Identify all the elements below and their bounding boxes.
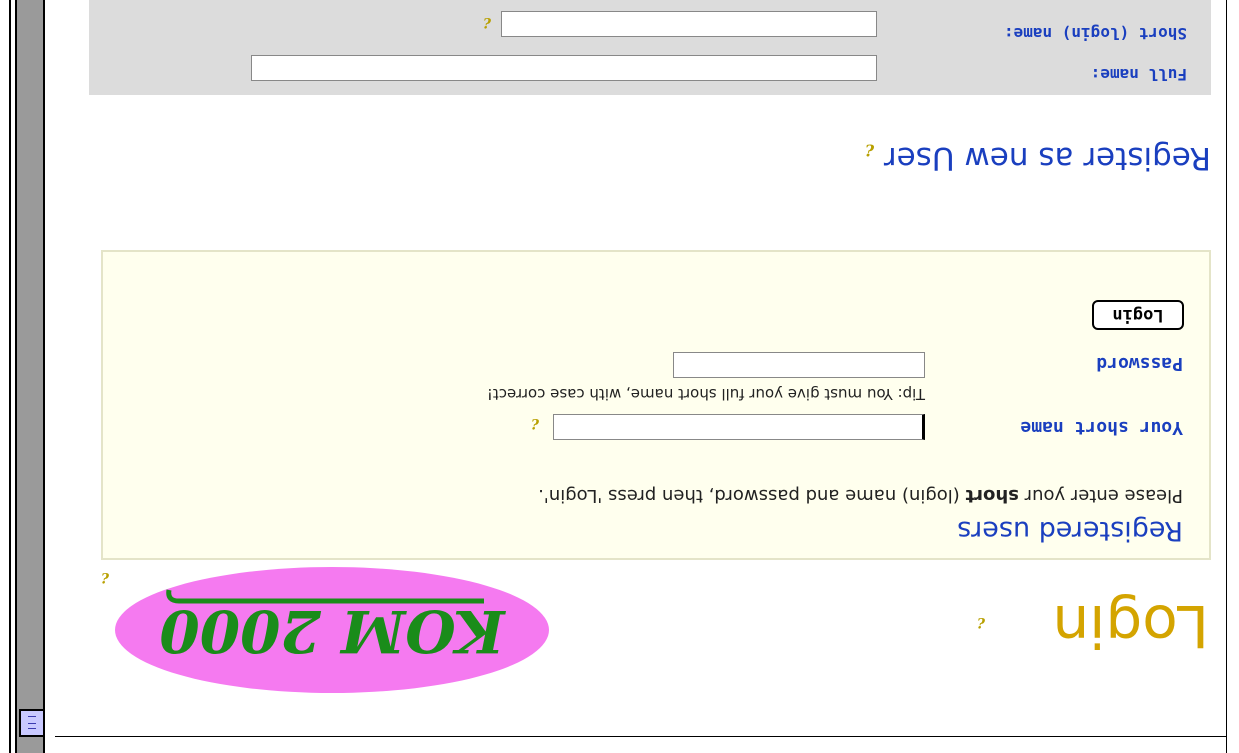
- login-instructions: Please enter your short (login) name and…: [538, 485, 1183, 506]
- full-name-label: Full name:: [1090, 65, 1187, 84]
- scrollbar-track[interactable]: [15, 0, 45, 753]
- password-label: Password: [1096, 353, 1183, 374]
- help-icon[interactable]: ¿: [101, 572, 109, 588]
- vertical-scrollbar[interactable]: [0, 0, 55, 753]
- register-short-name-field[interactable]: [501, 11, 877, 37]
- page-title: Login: [1052, 592, 1209, 660]
- logo-text: KOM 2000: [159, 597, 506, 665]
- login-heading: Registered users: [957, 515, 1183, 546]
- help-icon[interactable]: ¿: [865, 144, 874, 163]
- kom2000-logo: KOM 2000: [114, 567, 549, 693]
- window-frame-right: [0, 0, 11, 753]
- short-name-label: Your short name: [1020, 417, 1183, 438]
- register-panel: Full name: Short (login) name: ¿: [89, 0, 1211, 95]
- page-stage: Login ¿ KOM 2000 ¿ Registered users Plea…: [0, 0, 1239, 753]
- window-frame-left: [1226, 0, 1239, 753]
- full-name-field[interactable]: [251, 55, 877, 81]
- login-button[interactable]: Login: [1092, 300, 1184, 330]
- login-panel: Registered users Please enter your short…: [101, 250, 1211, 560]
- password-field[interactable]: [673, 352, 925, 378]
- full-name-input[interactable]: [252, 56, 876, 80]
- help-icon[interactable]: ¿: [483, 17, 491, 33]
- short-name-field[interactable]: [553, 414, 925, 440]
- window-frame-top: [0, 736, 1239, 753]
- register-short-name-label: Short (login) name:: [1003, 24, 1187, 43]
- register-heading: Register as new User ¿: [864, 140, 1211, 176]
- short-name-input[interactable]: [554, 415, 922, 439]
- help-icon[interactable]: ¿: [977, 617, 985, 633]
- short-name-tip: Tip: You must give your full short name,…: [486, 385, 925, 403]
- register-short-name-input[interactable]: [502, 12, 876, 36]
- scroll-thumb-lines-icon[interactable]: [19, 709, 45, 737]
- password-input[interactable]: [674, 353, 924, 377]
- help-icon[interactable]: ¿: [531, 418, 539, 434]
